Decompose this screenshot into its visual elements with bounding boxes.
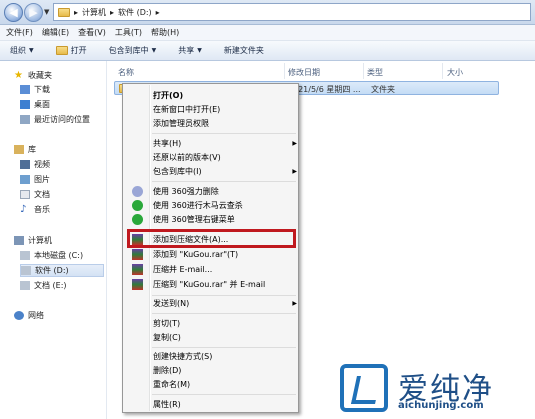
menu-item-delete[interactable]: 删除(D) bbox=[153, 364, 293, 377]
menu-item-open[interactable]: 打开(O) bbox=[153, 89, 293, 102]
menu-item-open-new-window[interactable]: 在新窗口中打开(E) bbox=[153, 103, 293, 116]
column-header-type[interactable]: 类型 bbox=[367, 67, 383, 78]
submenu-arrow-icon: ▶ bbox=[292, 300, 297, 307]
command-toolbar: 组织 ▼ 打开 包含到库中 ▼ 共享 ▼ 新建文件夹 bbox=[0, 41, 535, 61]
breadcrumb-sep-icon: ▸ bbox=[74, 7, 79, 17]
winrar-icon bbox=[132, 279, 143, 290]
menu-item-compress-email[interactable]: 压缩并 E-mail... bbox=[153, 263, 293, 276]
360-shield-icon bbox=[132, 214, 143, 225]
column-separator[interactable] bbox=[284, 63, 285, 79]
organize-button[interactable]: 组织 ▼ bbox=[10, 45, 34, 56]
context-menu: 打开(O) 在新窗口中打开(E) 添加管理员权限 共享(H) ▶ 还原以前的版本(… bbox=[122, 83, 299, 413]
chevron-down-icon: ▼ bbox=[197, 47, 202, 54]
menu-item-360-force-delete[interactable]: 使用 360强力删除 bbox=[153, 185, 293, 198]
forward-arrow-icon: ▶ bbox=[29, 6, 38, 19]
open-button[interactable]: 打开 bbox=[55, 45, 87, 56]
menu-item-360-trojan-scan[interactable]: 使用 360进行木马云查杀 bbox=[153, 199, 293, 212]
share-button[interactable]: 共享 ▼ bbox=[178, 45, 202, 56]
drive-icon bbox=[20, 281, 30, 290]
recent-places-icon bbox=[20, 115, 30, 124]
nav-network[interactable]: 网络 bbox=[14, 309, 120, 322]
recent-pages-dropdown-icon[interactable]: ▼ bbox=[44, 8, 49, 16]
nav-drive-d[interactable]: 软件 (D:) bbox=[20, 264, 104, 277]
shredder-icon bbox=[132, 186, 143, 197]
new-folder-button[interactable]: 新建文件夹 bbox=[224, 45, 264, 56]
watermark-logo-icon bbox=[340, 364, 388, 412]
menu-item-add-admin[interactable]: 添加管理员权限 bbox=[153, 117, 293, 130]
folder-icon bbox=[58, 7, 70, 17]
submenu-arrow-icon: ▶ bbox=[292, 168, 297, 175]
chevron-down-icon: ▼ bbox=[29, 47, 34, 54]
network-icon bbox=[14, 311, 24, 320]
forward-button[interactable]: ▶ bbox=[24, 3, 43, 22]
column-header-size[interactable]: 大小 bbox=[447, 67, 463, 78]
menu-item-restore[interactable]: 还原以前的版本(V) bbox=[153, 151, 293, 164]
menu-item-compress-rar-email[interactable]: 压缩到 "KuGou.rar" 并 E-mail bbox=[153, 278, 293, 291]
menu-item-rename[interactable]: 重命名(M) bbox=[153, 378, 293, 391]
navigation-pane: ★ 收藏夹 下载 桌面 最近访问的位置 库 视频 图片 文档 ♪ 音乐 计算机 本地… bbox=[0, 61, 107, 419]
desktop-icon bbox=[20, 100, 30, 109]
breadcrumb-drive-d[interactable]: 软件 (D:) bbox=[118, 7, 152, 18]
breadcrumb-sep-icon: ▸ bbox=[155, 7, 160, 17]
menu-item-add-to-rar[interactable]: 添加到 "KuGou.rar"(T) bbox=[153, 248, 293, 261]
menu-bar: 文件(F) 编辑(E) 查看(V) 工具(T) 帮助(H) bbox=[0, 25, 535, 41]
open-folder-icon bbox=[55, 46, 68, 55]
file-modified-date: 021/5/6 星期四 ... bbox=[293, 85, 361, 94]
menu-separator bbox=[152, 347, 296, 348]
winrar-icon bbox=[132, 249, 143, 260]
menu-separator bbox=[152, 295, 296, 296]
music-icon: ♪ bbox=[20, 204, 27, 215]
chevron-down-icon: ▼ bbox=[151, 47, 157, 54]
submenu-arrow-icon: ▶ bbox=[292, 140, 297, 147]
library-icon bbox=[14, 145, 24, 154]
documents-icon bbox=[20, 190, 30, 199]
column-separator[interactable] bbox=[442, 63, 443, 79]
nav-computer[interactable]: 计算机 bbox=[14, 234, 120, 247]
menu-tools[interactable]: 工具(T) bbox=[115, 27, 142, 38]
menu-separator bbox=[152, 181, 296, 182]
column-separator[interactable] bbox=[363, 63, 364, 79]
menu-file[interactable]: 文件(F) bbox=[6, 27, 33, 38]
menu-item-properties[interactable]: 属性(R) bbox=[153, 398, 293, 411]
menu-separator bbox=[152, 133, 296, 134]
back-arrow-icon: ◀ bbox=[9, 6, 18, 19]
address-input[interactable]: ▸ 计算机 ▸ 软件 (D:) ▸ bbox=[53, 3, 531, 21]
menu-separator bbox=[152, 394, 296, 395]
menu-item-360-manage-menu[interactable]: 使用 360管理右键菜单 bbox=[153, 213, 293, 226]
menu-item-include-library[interactable]: 包含到库中(I) ▶ bbox=[153, 165, 297, 178]
star-icon: ★ bbox=[14, 70, 23, 81]
include-in-library-button[interactable]: 包含到库中 ▼ bbox=[109, 45, 157, 56]
watermark: 爱纯净 aichunjing.com bbox=[340, 360, 530, 416]
pictures-icon bbox=[20, 175, 30, 184]
computer-icon bbox=[14, 236, 24, 245]
menu-item-send-to[interactable]: 发送到(N) ▶ bbox=[153, 297, 297, 310]
360-shield-icon bbox=[132, 200, 143, 211]
file-type: 文件夹 bbox=[371, 85, 395, 94]
menu-item-create-shortcut[interactable]: 创建快捷方式(S) bbox=[153, 350, 293, 363]
menu-item-share[interactable]: 共享(H) ▶ bbox=[153, 137, 297, 150]
breadcrumb-sep-icon: ▸ bbox=[110, 7, 115, 17]
column-header-modified[interactable]: 修改日期 bbox=[288, 67, 320, 78]
video-icon bbox=[20, 160, 30, 169]
breadcrumb-computer[interactable]: 计算机 bbox=[82, 7, 106, 18]
menu-item-cut[interactable]: 剪切(T) bbox=[153, 317, 293, 330]
menu-separator bbox=[152, 313, 296, 314]
back-button[interactable]: ◀ bbox=[4, 3, 23, 22]
drive-icon bbox=[21, 266, 31, 275]
menu-help[interactable]: 帮助(H) bbox=[151, 27, 179, 38]
menu-item-copy[interactable]: 复制(C) bbox=[153, 331, 293, 344]
highlight-box bbox=[127, 229, 296, 248]
winrar-icon bbox=[132, 264, 143, 275]
column-header-name[interactable]: 名称 bbox=[118, 67, 134, 78]
watermark-url: aichunjing.com bbox=[398, 400, 484, 411]
menu-edit[interactable]: 编辑(E) bbox=[42, 27, 69, 38]
address-bar-area: ◀ ▶ ▼ ▸ 计算机 ▸ 软件 (D:) ▸ bbox=[0, 0, 535, 25]
nav-libraries[interactable]: 库 bbox=[14, 143, 120, 156]
downloads-icon bbox=[20, 85, 30, 94]
drive-icon bbox=[20, 251, 30, 260]
menu-view[interactable]: 查看(V) bbox=[78, 27, 106, 38]
nav-favorites[interactable]: ★ 收藏夹 bbox=[14, 69, 120, 82]
